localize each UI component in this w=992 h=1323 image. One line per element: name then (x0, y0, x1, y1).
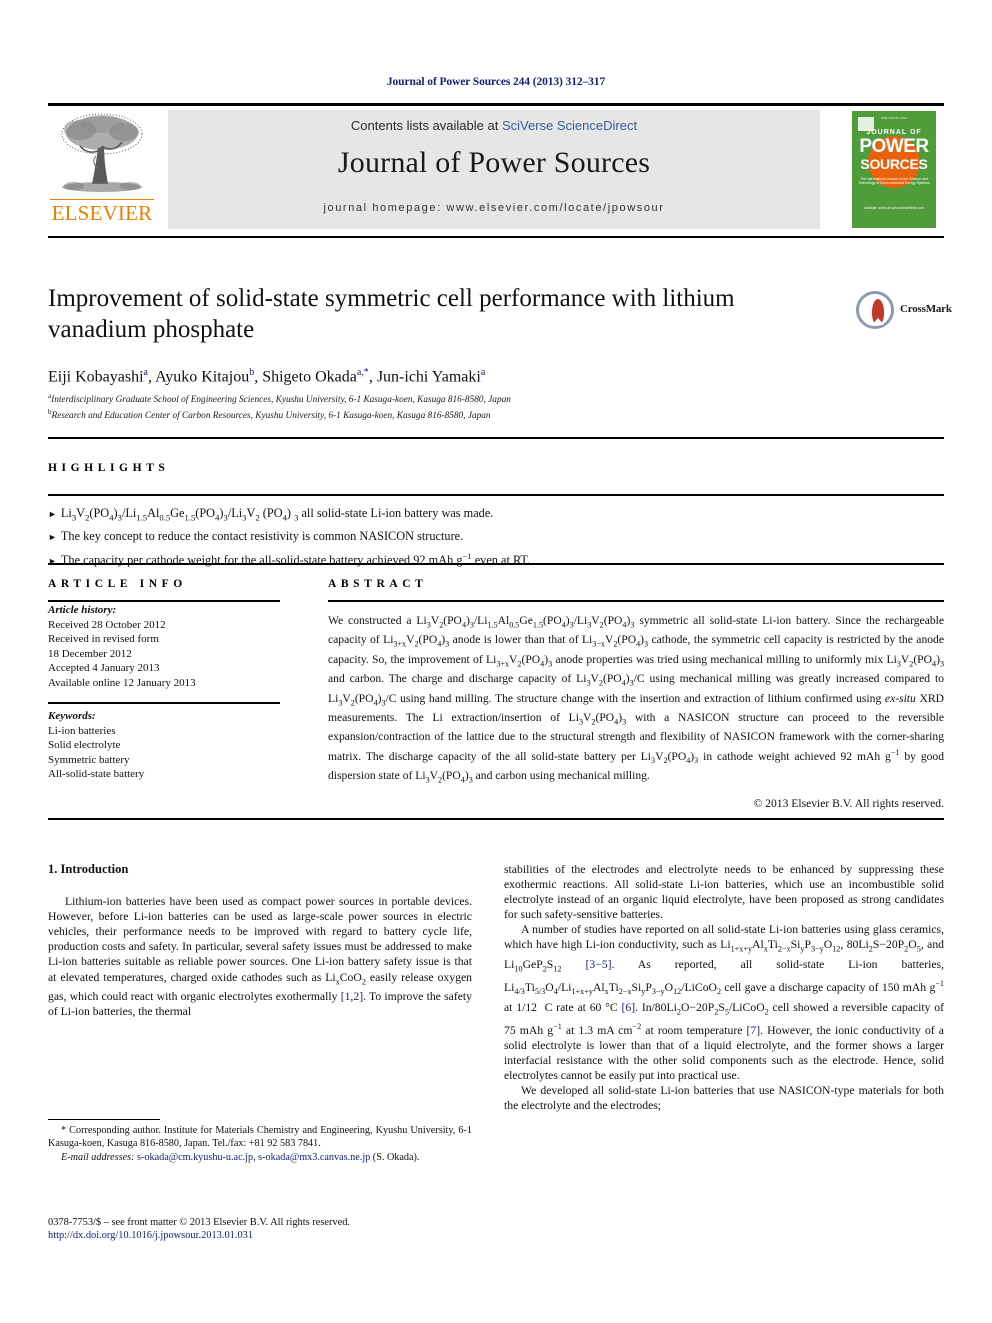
footnote-block: * Corresponding author. Institute for Ma… (48, 1124, 472, 1164)
masthead-bottom-rule (48, 236, 944, 238)
email-link-1[interactable]: s-okada@cm.kyushu-u.ac.jp (137, 1152, 253, 1163)
article-page: Journal of Power Sources 244 (2013) 312–… (0, 0, 992, 1323)
abstract-bottom-rule (48, 818, 944, 820)
elsevier-tree-icon (61, 113, 143, 192)
article-info-column: Article history: Received 28 October 201… (48, 603, 280, 691)
keywords-column: Keywords: Li-ion batteries Solid electro… (48, 709, 280, 782)
affiliation-b: bResearch and Education Center of Carbon… (48, 407, 848, 423)
keyword-item: Li-ion batteries (48, 724, 116, 737)
article-info-rule (48, 600, 280, 602)
running-head: Journal of Power Sources 244 (2013) 312–… (386, 76, 606, 88)
highlights-rule (48, 494, 944, 496)
cover-artwork: ISSN 0378-7753 JOURNAL OF POWER SOURCES … (852, 111, 936, 228)
highlight-item: ► The capacity per cathode weight for the… (48, 546, 928, 570)
issn-line: 0378-7753/$ – see front matter © 2013 El… (48, 1217, 351, 1228)
cover-journal-of: JOURNAL OF (866, 129, 922, 136)
email-owner: (S. Okada). (372, 1151, 420, 1163)
page-title: Improvement of solid-state symmetric cel… (48, 285, 735, 343)
cover-footer: Available online at www.sciencedirect.co… (864, 206, 924, 210)
bullet-icon: ► (48, 531, 57, 542)
body-paragraph: A number of studies have reported on all… (504, 923, 945, 1083)
sciencedirect-link[interactable]: SciVerse ScienceDirect (502, 118, 637, 133)
contents-prefix: Contents lists available at (350, 118, 502, 133)
affiliations: aInterdisciplinary Graduate School of En… (48, 391, 848, 422)
journal-masthead: ELSEVIER Contents lists available at Sci… (48, 106, 944, 233)
crossmark-badge[interactable]: CrossMark (856, 291, 952, 333)
highlight-text: Li3V2(PO4)3/Li1.5Al0.5Ge1.5(PO4)3/Li3V2 … (60, 506, 494, 523)
corresponding-author-note: * Corresponding author. Institute for Ma… (48, 1125, 472, 1150)
keyword-item: All-solid-state battery (48, 768, 145, 781)
article-history-label: Article history: (48, 604, 117, 616)
abstract-copyright: © 2013 Elsevier B.V. All rights reserved… (753, 797, 944, 811)
elsevier-wordmark: ELSEVIER (51, 201, 153, 225)
body-column-right: stabilities of the electrodes and electr… (504, 862, 944, 1114)
crossmark-label: CrossMark (900, 303, 952, 315)
cover-subtitle: The International Journal on the Science… (858, 177, 930, 186)
body-column-left: 1. Introduction Lithium-ion batteries ha… (48, 862, 472, 1019)
journal-cover-thumbnail[interactable]: ISSN 0378-7753 JOURNAL OF POWER SOURCES … (844, 106, 944, 233)
history-item: Available online 12 January 2013 (48, 676, 196, 689)
body-paragraph: stabilities of the electrodes and electr… (504, 863, 944, 922)
history-item: Accepted 4 January 2013 (48, 662, 160, 675)
abstract-text: We constructed a Li3V2(PO4)3/Li1.5Al0.5G… (328, 614, 945, 785)
abstract-rule (328, 600, 944, 602)
elsevier-logo[interactable]: ELSEVIER (48, 108, 156, 230)
history-item: Received 28 October 2012 (48, 618, 166, 631)
affiliation-a: aInterdisciplinary Graduate School of En… (48, 391, 848, 407)
highlights-bottom-rule (48, 563, 944, 565)
cover-sources-word: SOURCES (860, 156, 928, 172)
highlights-heading: HIGHLIGHTS (48, 462, 170, 474)
keyword-item: Solid electrolyte (48, 739, 121, 752)
abstract-heading: ABSTRACT (328, 578, 428, 590)
footnote-rule (48, 1119, 160, 1120)
body-paragraph: Lithium-ion batteries have been used as … (48, 895, 473, 1019)
history-item: 18 December 2012 (48, 647, 132, 660)
bullet-icon: ► (48, 509, 57, 519)
abstract-column: We constructed a Li3V2(PO4)3/Li1.5Al0.5G… (328, 613, 944, 811)
cover-issn: ISSN 0378-7753 (880, 116, 908, 120)
crossmark-arrow (872, 318, 884, 325)
section-heading-introduction: 1. Introduction (48, 862, 129, 876)
contents-available-line: Contents lists available at SciVerse Sci… (168, 118, 820, 133)
body-paragraph: We developed all solid-state Li-ion batt… (504, 1084, 944, 1113)
affiliation-b-text: Research and Education Center of Carbon … (51, 410, 491, 421)
highlights-list: ► Li3V2(PO4)3/Li1.5Al0.5Ge1.5(PO4)3/Li3V2… (48, 504, 928, 570)
keywords-rule (48, 702, 280, 704)
highlight-item: ► Li3V2(PO4)3/Li1.5Al0.5Ge1.5(PO4)3/Li3V2… (48, 504, 928, 527)
affiliation-a-text: Interdisciplinary Graduate School of Eng… (51, 395, 511, 406)
article-history-block: Article history: Received 28 October 201… (48, 603, 280, 691)
highlight-text: The key concept to reduce the contact re… (60, 528, 464, 543)
keyword-item: Symmetric battery (48, 753, 130, 766)
email-addresses-line: E-mail addresses: s-okada@cm.kyushu-u.ac… (48, 1151, 472, 1164)
keywords-label: Keywords: (48, 710, 96, 722)
highlight-item: ► The key concept to reduce the contact r… (48, 527, 928, 547)
journal-homepage-link[interactable]: journal homepage: www.elsevier.com/locat… (168, 202, 820, 214)
email-label: E-mail addresses: (61, 1151, 135, 1163)
elsevier-rule (50, 199, 154, 200)
crossmark-icon (856, 291, 894, 329)
author-list: Eiji Kobayashia, Ayuko Kitajoub, Shigeto… (48, 367, 486, 386)
article-info-heading: ARTICLE INFO (48, 578, 187, 590)
cover-power-word: POWER (859, 136, 929, 157)
journal-title: Journal of Power Sources (337, 146, 651, 179)
email-link-2[interactable]: s-okada@mx3.canvas.ne.jp (258, 1152, 370, 1163)
history-item: Received in revised form (48, 633, 159, 646)
title-block-rule (48, 437, 944, 439)
imprint-block: 0378-7753/$ – see front matter © 2013 El… (48, 1216, 518, 1243)
masthead-center: Contents lists available at SciVerse Sci… (168, 110, 820, 229)
doi-link[interactable]: http://dx.doi.org/10.1016/j.jpowsour.201… (48, 1229, 518, 1242)
